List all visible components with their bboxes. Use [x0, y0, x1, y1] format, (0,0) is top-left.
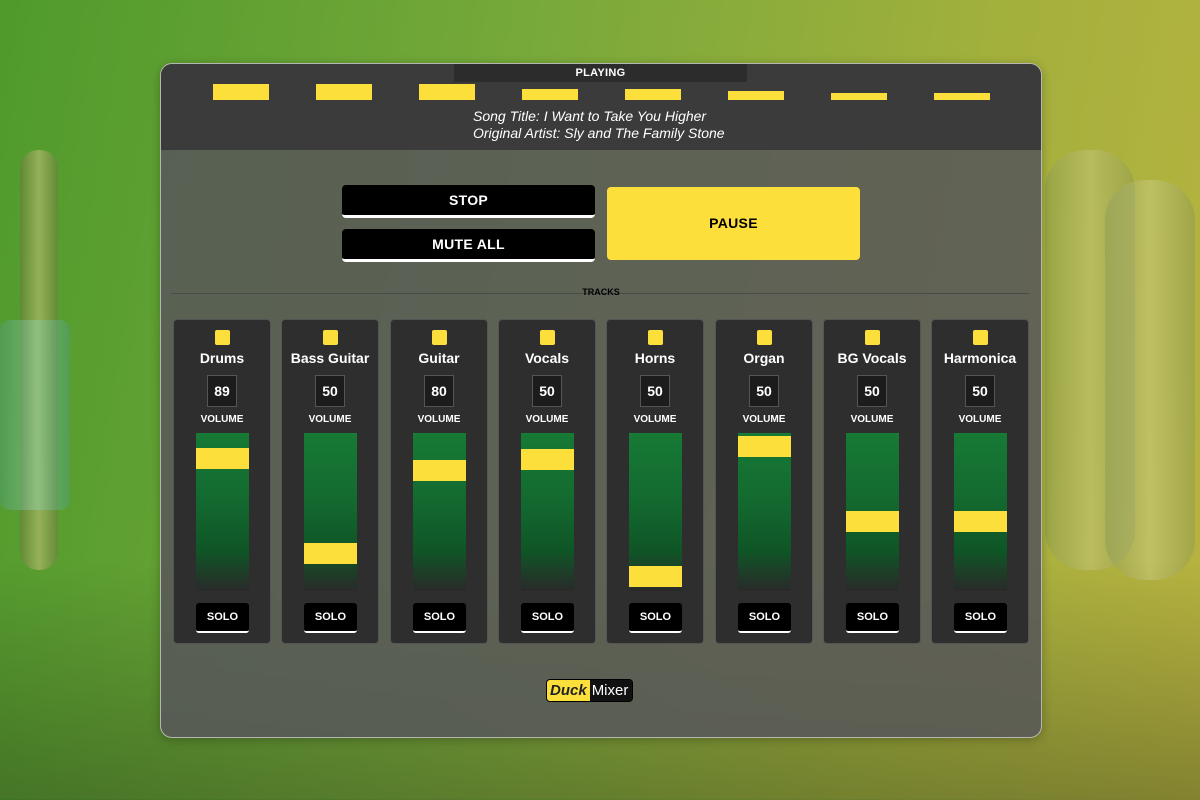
track-name: Bass Guitar [290, 350, 370, 366]
volume-fader[interactable] [629, 433, 682, 591]
volume-value[interactable]: 80 [424, 375, 454, 407]
volume-fader[interactable] [846, 433, 899, 591]
track-enable-checkbox[interactable] [757, 330, 772, 345]
solo-button[interactable]: SOLO [521, 603, 574, 633]
original-artist: Original Artist: Sly and The Family Ston… [473, 125, 725, 141]
fader-thumb[interactable] [738, 436, 791, 457]
fader-thumb[interactable] [304, 543, 357, 564]
level-meter-6 [728, 91, 784, 100]
track-name: BG Vocals [837, 350, 907, 366]
level-meter-4 [522, 89, 578, 100]
solo-button[interactable]: SOLO [413, 603, 466, 633]
level-meter-8 [934, 93, 990, 100]
volume-value[interactable]: 50 [857, 375, 887, 407]
volume-value[interactable]: 50 [965, 375, 995, 407]
logo-duck: Duck [547, 680, 590, 701]
now-playing-header: PLAYING Song Title: I Want to Take You H… [161, 64, 1041, 150]
solo-button[interactable]: SOLO [846, 603, 899, 633]
track-bass-guitar: Bass Guitar 50 VOLUME SOLO [281, 319, 379, 644]
song-title: Song Title: I Want to Take You Higher [473, 108, 707, 124]
track-name: Horns [634, 350, 676, 366]
volume-label: VOLUME [633, 414, 677, 425]
bg-cable-plug [0, 320, 70, 510]
volume-value[interactable]: 50 [532, 375, 562, 407]
volume-fader[interactable] [413, 433, 466, 591]
track-enable-checkbox[interactable] [432, 330, 447, 345]
volume-label: VOLUME [525, 414, 569, 425]
volume-fader[interactable] [304, 433, 357, 591]
song-info: Song Title: I Want to Take You Higher Or… [473, 108, 725, 142]
volume-label: VOLUME [308, 414, 352, 425]
fader-thumb[interactable] [413, 460, 466, 481]
fader-thumb[interactable] [629, 566, 682, 587]
stop-button[interactable]: STOP [342, 185, 595, 218]
volume-label: VOLUME [417, 414, 461, 425]
mixer-window: PLAYING Song Title: I Want to Take You H… [160, 63, 1042, 738]
track-guitar: Guitar 80 VOLUME SOLO [390, 319, 488, 644]
volume-label: VOLUME [850, 414, 894, 425]
volume-label: VOLUME [742, 414, 786, 425]
track-bg-vocals: BG Vocals 50 VOLUME SOLO [823, 319, 921, 644]
volume-fader[interactable] [954, 433, 1007, 591]
track-vocals: Vocals 50 VOLUME SOLO [498, 319, 596, 644]
track-name: Guitar [418, 350, 460, 366]
volume-label: VOLUME [200, 414, 244, 425]
level-meter-2 [316, 84, 372, 100]
playing-status: PLAYING [454, 64, 747, 82]
tracks-heading: TRACKS [582, 287, 620, 297]
track-enable-checkbox[interactable] [323, 330, 338, 345]
fader-thumb[interactable] [521, 449, 574, 470]
track-enable-checkbox[interactable] [540, 330, 555, 345]
track-name: Drums [199, 350, 245, 366]
level-meter-7 [831, 93, 887, 100]
volume-value[interactable]: 50 [749, 375, 779, 407]
solo-button[interactable]: SOLO [954, 603, 1007, 633]
track-enable-checkbox[interactable] [973, 330, 988, 345]
solo-button[interactable]: SOLO [304, 603, 357, 633]
solo-button[interactable]: SOLO [196, 603, 249, 633]
track-enable-checkbox[interactable] [865, 330, 880, 345]
volume-value[interactable]: 89 [207, 375, 237, 407]
solo-button[interactable]: SOLO [629, 603, 682, 633]
track-enable-checkbox[interactable] [648, 330, 663, 345]
level-meter-5 [625, 89, 681, 100]
volume-fader[interactable] [738, 433, 791, 591]
volume-fader[interactable] [521, 433, 574, 591]
bg-xlr-plug-2 [1105, 180, 1195, 580]
fader-thumb[interactable] [196, 448, 249, 469]
solo-button[interactable]: SOLO [738, 603, 791, 633]
track-drums: Drums 89 VOLUME SOLO [173, 319, 271, 644]
logo-mixer: Mixer [589, 680, 633, 701]
volume-value[interactable]: 50 [315, 375, 345, 407]
volume-value[interactable]: 50 [640, 375, 670, 407]
level-meter-3 [419, 84, 475, 100]
track-harmonica: Harmonica 50 VOLUME SOLO [931, 319, 1029, 644]
track-enable-checkbox[interactable] [215, 330, 230, 345]
pause-button[interactable]: PAUSE [607, 187, 860, 260]
volume-label: VOLUME [958, 414, 1002, 425]
track-name: Organ [743, 350, 785, 366]
mute-all-button[interactable]: MUTE ALL [342, 229, 595, 262]
track-horns: Horns 50 VOLUME SOLO [606, 319, 704, 644]
fader-thumb[interactable] [846, 511, 899, 532]
level-meter-1 [213, 84, 269, 100]
track-name: Vocals [524, 350, 570, 366]
duckmixer-logo: Duck Mixer [547, 680, 633, 701]
track-organ: Organ 50 VOLUME SOLO [715, 319, 813, 644]
track-name: Harmonica [943, 350, 1017, 366]
fader-thumb[interactable] [954, 511, 1007, 532]
volume-fader[interactable] [196, 433, 249, 591]
